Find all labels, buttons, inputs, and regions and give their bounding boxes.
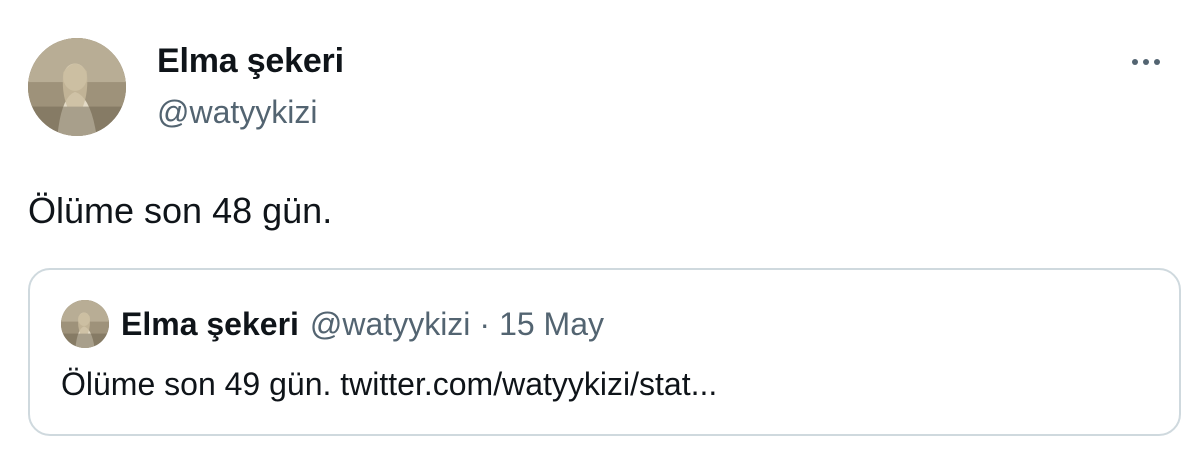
more-horizontal-icon-dot xyxy=(1143,59,1149,65)
quoted-date: 15 May xyxy=(499,306,604,342)
more-horizontal-icon-dot xyxy=(1154,59,1160,65)
more-options-button[interactable] xyxy=(1126,48,1166,76)
author-name[interactable]: Elma şekeri xyxy=(157,42,344,81)
avatar[interactable] xyxy=(28,38,126,136)
tweet: Elma şekeri @watyykizi Ölüme son 48 gün.… xyxy=(0,0,1200,457)
quoted-tweet-text: Ölüme son 49 gün. twitter.com/watyykizi/… xyxy=(61,366,718,402)
quoted-avatar-photo xyxy=(61,300,109,348)
quoted-avatar xyxy=(61,300,109,348)
avatar-photo xyxy=(28,38,126,136)
more-horizontal-icon xyxy=(1132,59,1138,65)
quoted-author-handle: @watyykizi xyxy=(309,306,471,342)
quoted-tweet-card[interactable]: Elma şekeri @watyykizi · 15 May Ölüme so… xyxy=(28,268,1181,436)
quoted-author-name: Elma şekeri xyxy=(121,306,299,342)
tweet-text: Ölüme son 48 gün. xyxy=(28,190,333,231)
quoted-separator: · xyxy=(479,306,491,342)
quoted-tweet-header: Elma şekeri @watyykizi · 15 May xyxy=(121,306,604,343)
author-handle[interactable]: @watyykizi xyxy=(157,94,318,131)
